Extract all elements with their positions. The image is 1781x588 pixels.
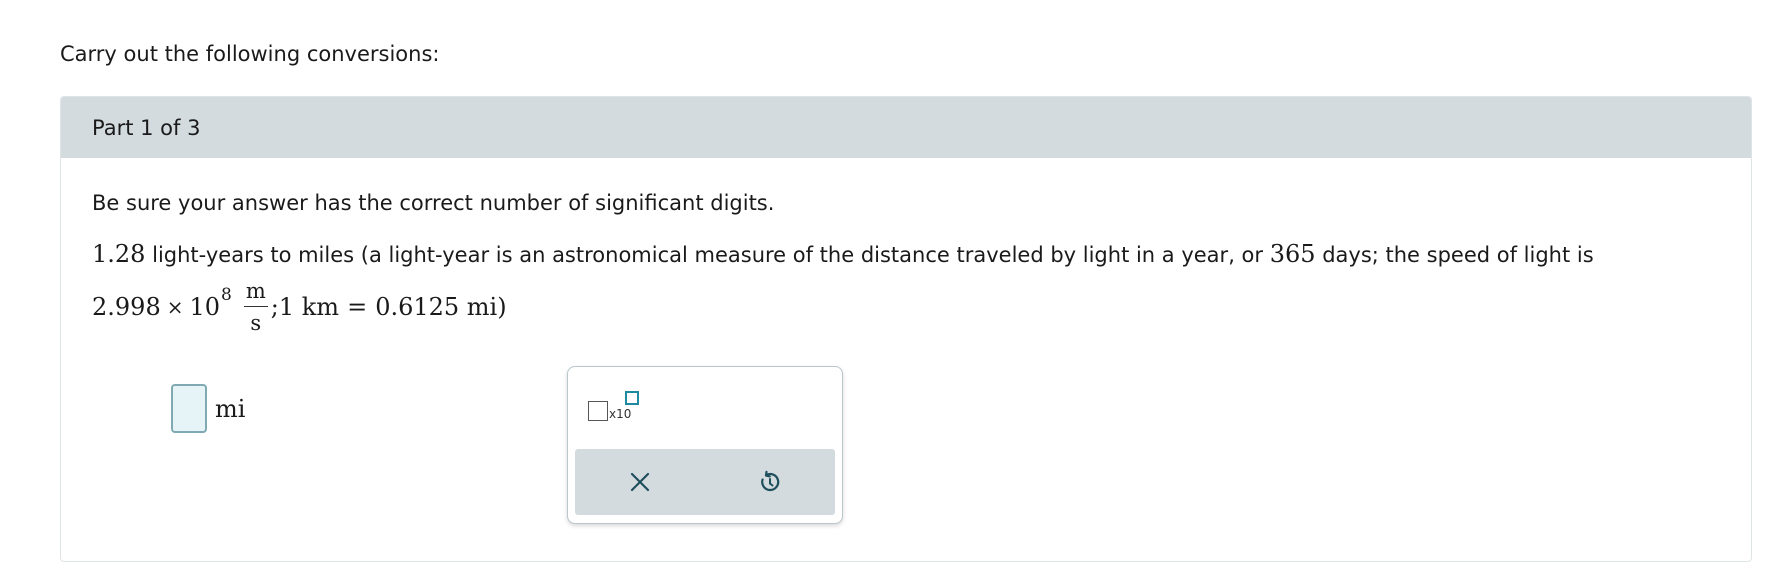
intro-text: Carry out the following conversions: xyxy=(60,42,440,66)
problem-days-value: 365 xyxy=(1269,240,1316,268)
part-header: Part 1 of 3 xyxy=(61,97,1751,158)
part-label: Part 1 of 3 xyxy=(92,115,201,140)
fraction-numerator: m xyxy=(243,279,268,307)
problem-text-a: light-years to miles (a light-year is an… xyxy=(145,243,1270,267)
speed-base: 10 xyxy=(189,293,221,321)
problem-value: 1.28 xyxy=(92,240,146,268)
scientific-notation-button[interactable]: x10 xyxy=(588,389,640,425)
speed-mantissa: 2.998 xyxy=(92,293,161,321)
instruction-text: Be sure your answer has the correct numb… xyxy=(92,191,775,215)
close-icon xyxy=(630,472,650,492)
math-tool-panel: x10 xyxy=(567,366,843,524)
answer-unit: mi xyxy=(215,394,246,423)
sci-x10-label: x10 xyxy=(609,407,632,421)
undo-button[interactable] xyxy=(750,462,790,502)
problem-statement: 1.28 light-years to miles (a light-year … xyxy=(92,240,1594,269)
conversion-value: 0.6125 mi) xyxy=(375,293,507,321)
conversion-text: ;1 km xyxy=(270,293,340,321)
sci-base-box-icon xyxy=(588,401,608,421)
speed-exponent: 8 xyxy=(221,285,232,305)
tool-actions-bar xyxy=(575,449,835,515)
speed-unit-fraction: m s xyxy=(243,279,268,335)
fraction-denominator: s xyxy=(250,311,262,335)
answer-row: mi xyxy=(171,384,245,433)
undo-icon xyxy=(761,470,780,492)
part-card: Part 1 of 3 Be sure your answer has the … xyxy=(60,96,1752,562)
sci-exponent-box-icon xyxy=(625,391,639,405)
problem-text-b: days; the speed of light is xyxy=(1315,243,1594,267)
equals-symbol: = xyxy=(347,293,368,321)
clear-button[interactable] xyxy=(620,462,660,502)
answer-input[interactable] xyxy=(171,384,207,433)
times-symbol: × xyxy=(166,295,184,319)
problem-formula: 2.998 × 10 8 m s ;1 km = 0.6125 mi) xyxy=(92,275,507,339)
